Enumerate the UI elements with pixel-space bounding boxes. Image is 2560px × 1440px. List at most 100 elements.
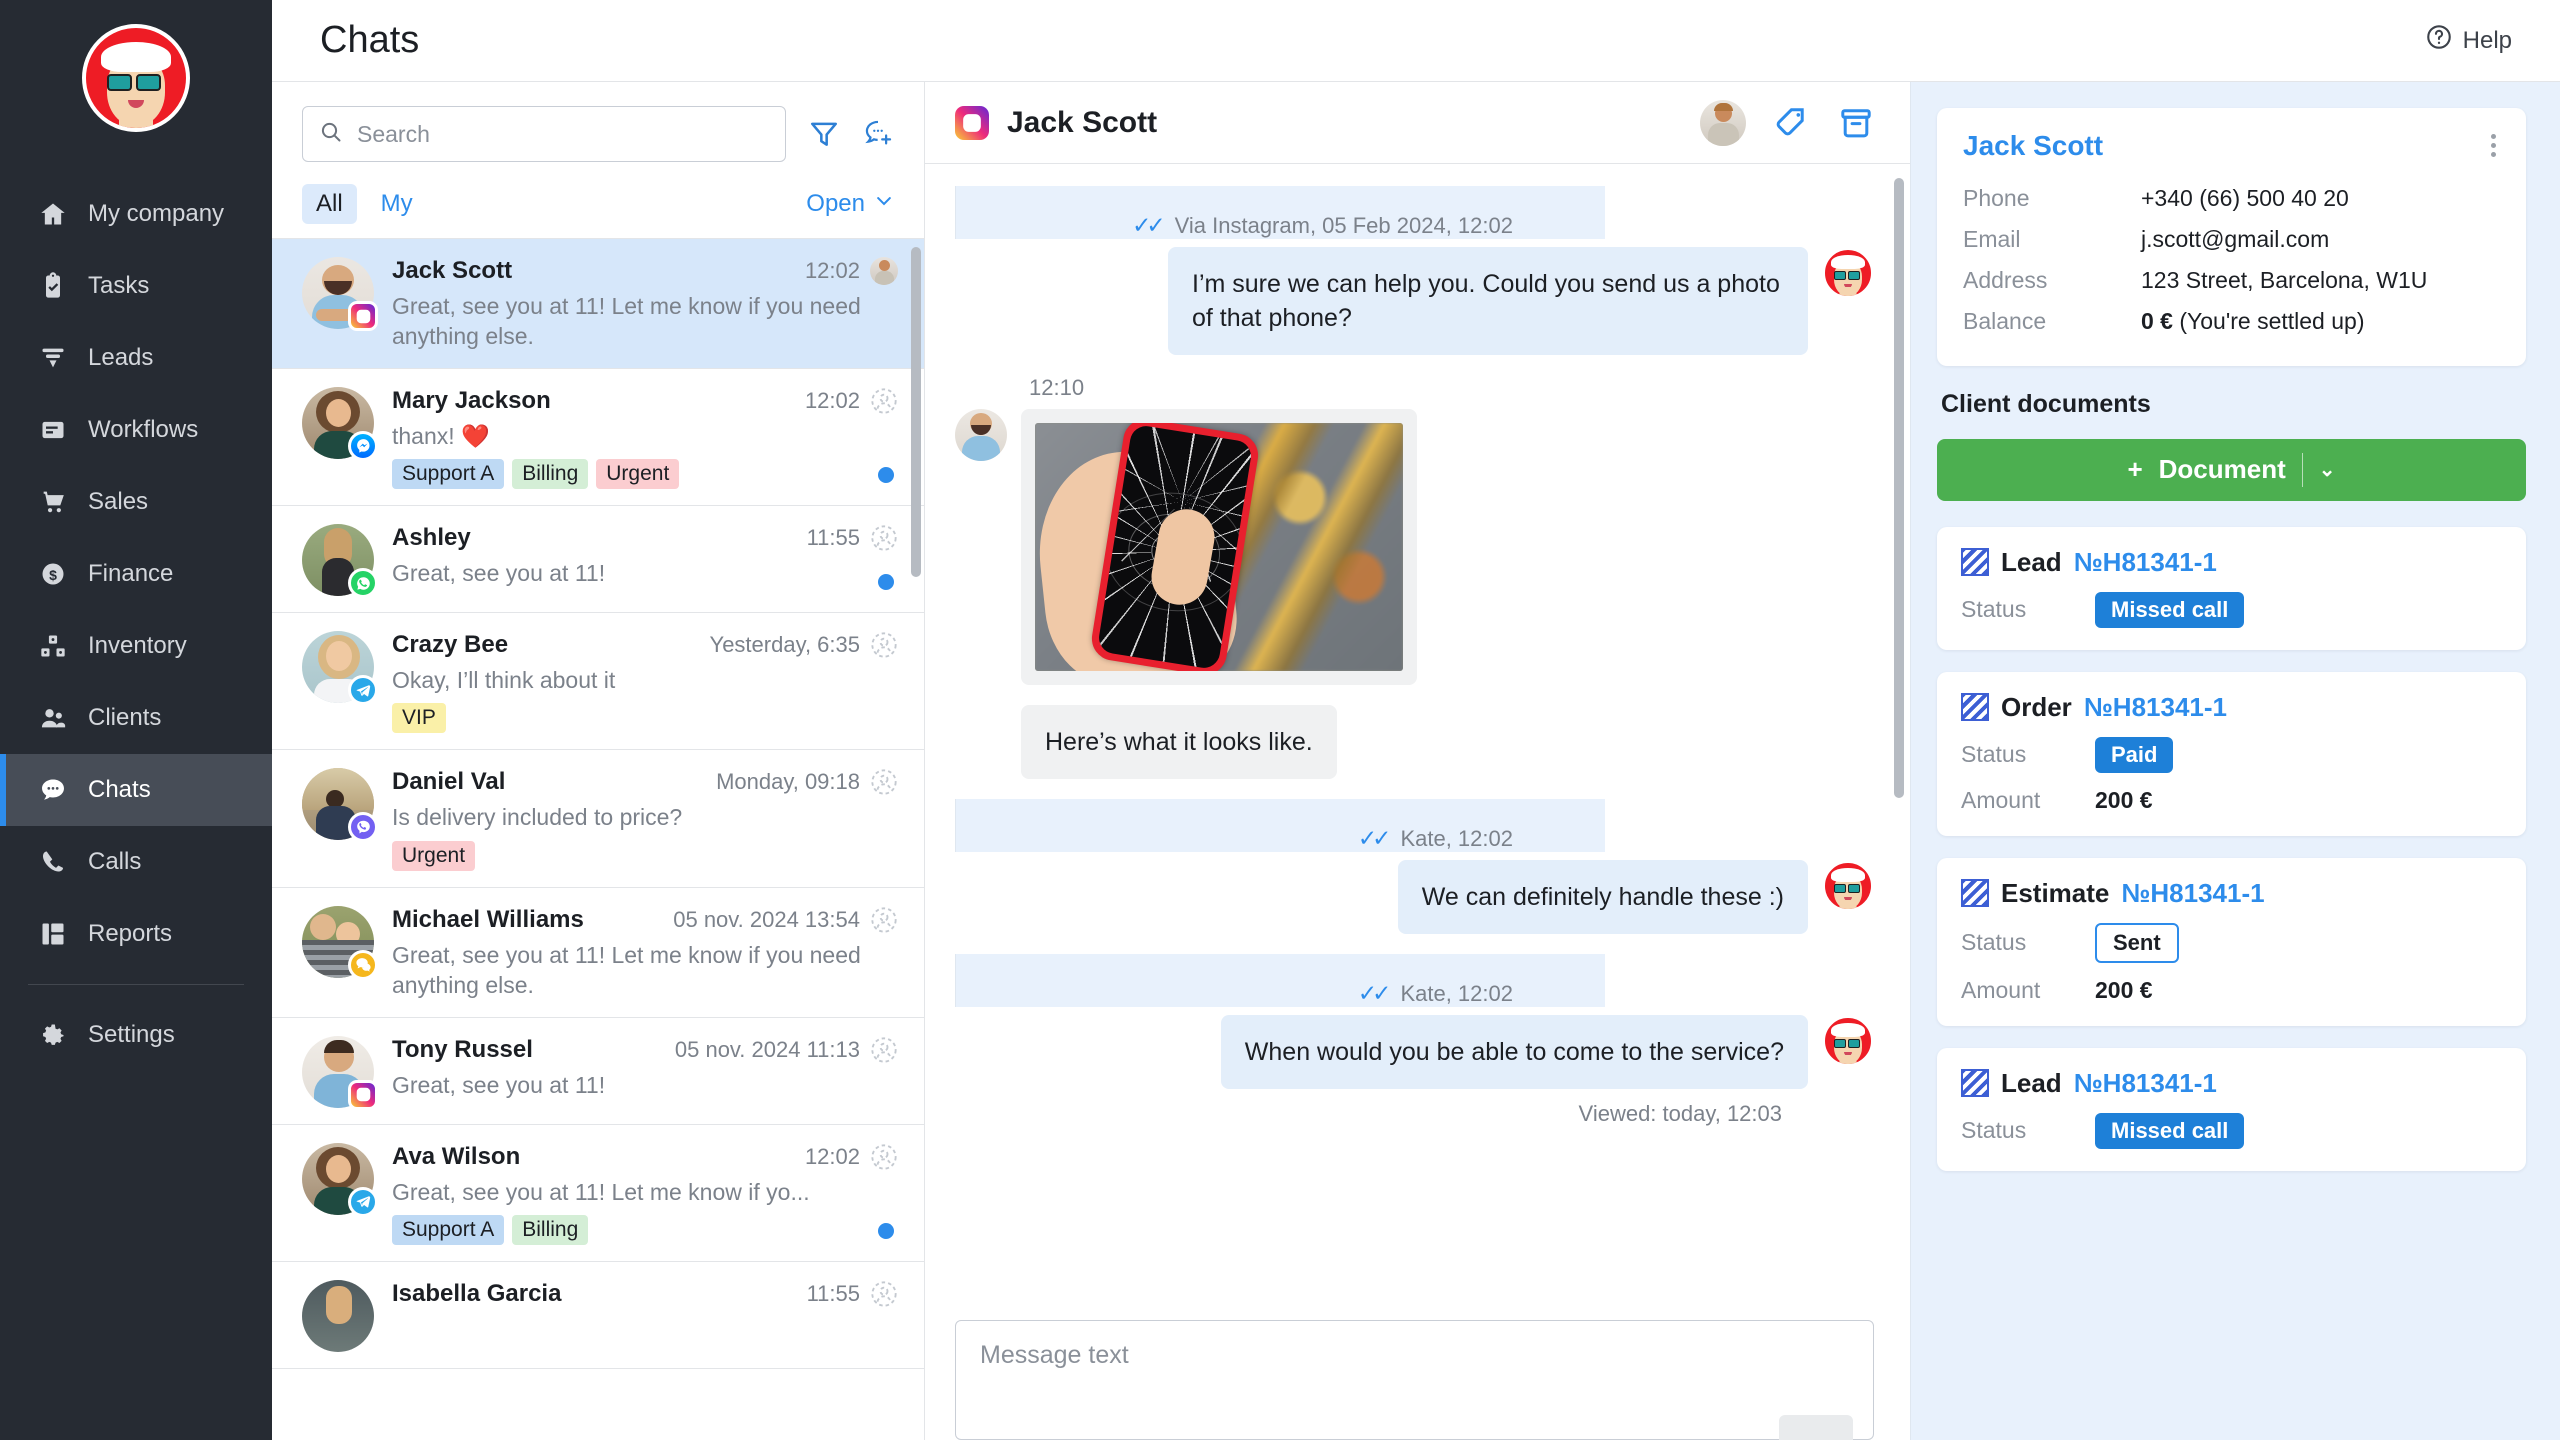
chat-item-top: Daniel Val Monday, 09:18 (392, 768, 898, 796)
sidebar-item-tasks[interactable]: Tasks (0, 250, 272, 322)
chat-list-item-jack-scott[interactable]: Jack Scott 12:02 Great, see you at 11! L… (272, 239, 924, 369)
chat-list-item-tony-russel[interactable]: Tony Russel 05 nov. 2024 11:13 Great, se… (272, 1018, 924, 1125)
chat-list-item-mary-jackson[interactable]: Mary Jackson 12:02 thanx! ❤️ Support A B… (272, 369, 924, 507)
chat-item-top: Mary Jackson 12:02 (392, 387, 898, 415)
filter-funnel-icon[interactable] (808, 118, 840, 150)
chat-item-time: 05 nov. 2024 13:54 (673, 906, 860, 932)
sidebar-item-settings[interactable]: Settings (0, 999, 272, 1071)
sidebar-item-calls[interactable]: Calls (0, 826, 272, 898)
assigned-operator-avatar (870, 257, 898, 285)
status-filter-dropdown[interactable]: Open (806, 190, 894, 218)
new-chat-icon[interactable] (862, 118, 894, 150)
document-icon (1961, 879, 1989, 908)
tag-icon[interactable] (1774, 105, 1810, 141)
sidebar-item-leads[interactable]: Leads (0, 322, 272, 394)
tag: Urgent (596, 459, 680, 490)
sidebar-item-clients[interactable]: Clients (0, 682, 272, 754)
document-type: Lead (2001, 546, 2062, 577)
document-icon (1961, 1069, 1989, 1098)
client-info-panel: Jack Scott Phone +340 (66) 500 40 20 Ema… (1910, 82, 2560, 1440)
chat-list-item-michael-williams[interactable]: Michael Williams 05 nov. 2024 13:54 Grea… (272, 888, 924, 1018)
sidebar-divider (28, 984, 244, 985)
document-number[interactable]: №H81341-1 (2121, 878, 2264, 909)
document-card-estimate[interactable]: Estimate №H81341-1 Status Sent Amount 20… (1937, 857, 2526, 1026)
tab-all[interactable]: All (302, 184, 357, 224)
reports-grid-icon (38, 919, 68, 949)
gear-icon (38, 1020, 68, 1050)
document-number[interactable]: №H81341-1 (2074, 1068, 2217, 1099)
chat-item-meta: Monday, 09:18 (716, 768, 898, 796)
message-image-attachment[interactable] (1021, 409, 1417, 685)
search-input[interactable] (357, 120, 769, 148)
main-area: Chats Help Search All My Open Jack Scott… (272, 0, 2560, 1440)
chevron-down-icon[interactable]: ⌄ (2319, 457, 2336, 482)
chat-list-scrollbar-thumb[interactable] (911, 247, 921, 577)
read-ticks-icon: ✓✓ (1357, 980, 1391, 1006)
document-number[interactable]: №H81341-1 (2074, 547, 2217, 578)
document-card-lead[interactable]: Lead №H81341-1 Status Missed call (1937, 526, 2526, 650)
contact-avatar (955, 409, 1007, 461)
chat-list-item-crazy-bee[interactable]: Crazy Bee Yesterday, 6:35 Okay, I’ll thi… (272, 613, 924, 751)
document-card-lead-2[interactable]: Lead №H81341-1 Status Missed call (1937, 1047, 2526, 1171)
tab-my[interactable]: My (367, 184, 427, 224)
chat-list-header: All My Open (272, 82, 924, 238)
avatar-wrapper (302, 257, 378, 331)
messages-scrollbar[interactable] (1894, 178, 1904, 1306)
sidebar-item-sales[interactable]: Sales (0, 466, 272, 538)
conversation-actions (1700, 99, 1874, 146)
svg-text:$: $ (49, 567, 57, 583)
send-button[interactable] (1779, 1415, 1853, 1440)
add-document-button[interactable]: + Document ⌄ (1937, 438, 2526, 501)
help-button[interactable]: Help (2425, 23, 2512, 58)
conversation-title: Jack Scott (955, 105, 1157, 140)
sidebar-item-label: Reports (88, 920, 173, 947)
chat-item-preview: Okay, I’ll think about it (392, 667, 616, 694)
chat-item-meta: 11:55 (807, 1280, 898, 1308)
client-name-link[interactable]: Jack Scott (1963, 130, 2103, 162)
message-row-outgoing: I’m sure we can help you. Could you send… (955, 247, 1874, 355)
message-viewed-status: Viewed: today, 12:03 (1578, 1101, 1782, 1126)
tag: Urgent (392, 840, 476, 871)
tag: Support A (392, 459, 505, 490)
chat-list-scroll[interactable]: Jack Scott 12:02 Great, see you at 11! L… (272, 238, 924, 1440)
page-title: Chats (320, 19, 420, 61)
sidebar-item-inventory[interactable]: Inventory (0, 610, 272, 682)
chat-item-name: Michael Williams (392, 905, 584, 933)
channel-badge-telegram (348, 1186, 378, 1217)
company-avatar-logo[interactable] (82, 24, 190, 132)
document-card-header: Estimate №H81341-1 (1961, 878, 2502, 909)
document-number[interactable]: №H81341-1 (2084, 692, 2227, 723)
sidebar-item-finance[interactable]: $ Finance (0, 538, 272, 610)
client-info-row: Address 123 Street, Barcelona, W1U (1963, 260, 2500, 301)
sidebar-item-my-company[interactable]: My company (0, 178, 272, 250)
client-info-row: Phone +340 (66) 500 40 20 (1963, 178, 2500, 219)
chat-item-content: Ashley 11:55 Great, see you at 11! (392, 524, 898, 596)
document-card-order[interactable]: Order №H81341-1 Status Paid Amount 200 € (1937, 671, 2526, 836)
assigned-operator-avatar[interactable] (1700, 99, 1746, 146)
client-card: Jack Scott Phone +340 (66) 500 40 20 Ema… (1937, 108, 2526, 366)
search-box[interactable] (302, 106, 786, 162)
conversation-panel: Jack Scott ✓✓ Via Instagram, 05 Feb 2024… (925, 82, 1910, 1440)
sidebar-item-reports[interactable]: Reports (0, 898, 272, 970)
sidebar-item-chats[interactable]: Chats (0, 754, 272, 826)
chat-item-top: Ava Wilson 12:02 (392, 1143, 898, 1171)
sidebar-item-label: Sales (88, 488, 149, 515)
sidebar-item-workflows[interactable]: Workflows (0, 394, 272, 466)
balance-amount: 0 € (2141, 307, 2173, 334)
document-row-label: Amount (1961, 786, 2041, 813)
chat-list-item-isabella-garcia[interactable]: Isabella Garcia 11:55 (272, 1262, 924, 1369)
messages-area[interactable]: ✓✓ Via Instagram, 05 Feb 2024, 12:02 I’m… (925, 164, 1910, 1320)
client-card-header: Jack Scott (1963, 130, 2500, 162)
chat-list-item-ashley[interactable]: Ashley 11:55 Great, see you at 11! (272, 506, 924, 614)
archive-icon[interactable] (1838, 105, 1874, 141)
message-input[interactable]: Message text (955, 1320, 1874, 1440)
kebab-menu-icon[interactable] (2487, 130, 2500, 161)
chat-item-preview: Great, see you at 11! Let me know if you… (392, 941, 861, 999)
chat-list-scrollbar[interactable] (911, 247, 921, 1432)
messages-scrollbar-thumb[interactable] (1894, 178, 1904, 798)
body-area: All My Open (272, 82, 2560, 1440)
chat-item-meta: 12:02 (805, 257, 898, 285)
chat-list-item-daniel-val[interactable]: Daniel Val Monday, 09:18 Is delivery inc… (272, 750, 924, 888)
chat-item-top: Michael Williams 05 nov. 2024 13:54 (392, 906, 898, 934)
chat-list-item-ava-wilson[interactable]: Ava Wilson 12:02 Great, see you at 11! L… (272, 1125, 924, 1262)
